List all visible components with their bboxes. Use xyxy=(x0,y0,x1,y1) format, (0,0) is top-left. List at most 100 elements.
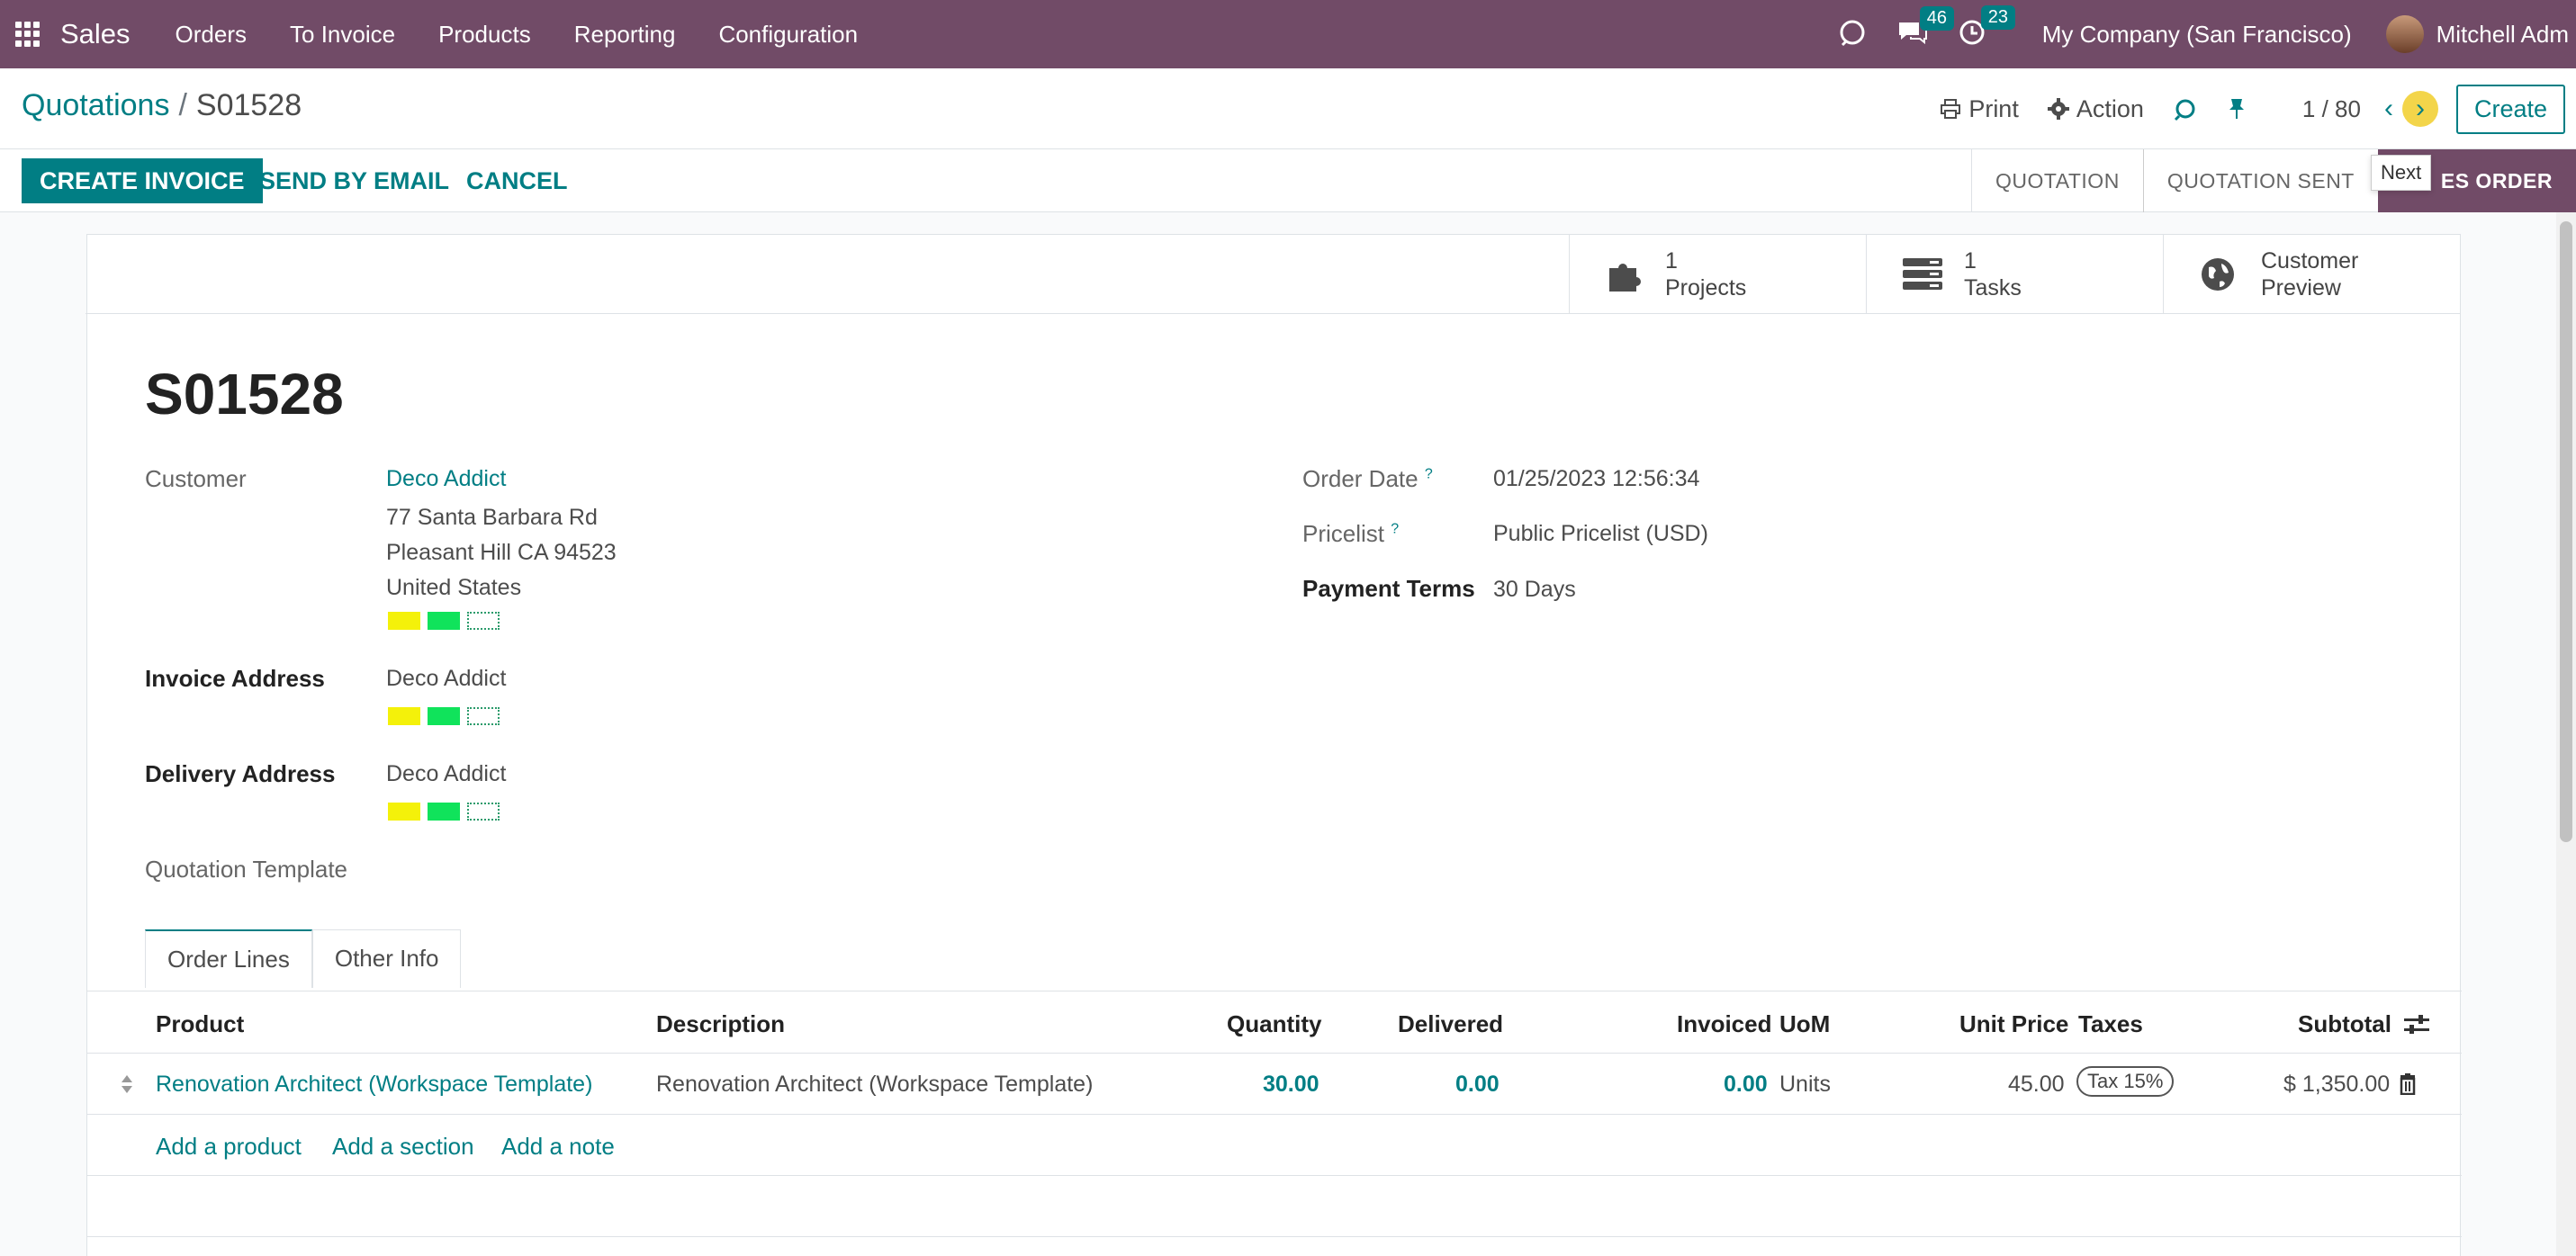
tasks-smart-button[interactable]: 1 Tasks xyxy=(1866,235,2163,314)
tag-empty xyxy=(467,803,500,821)
user-avatar[interactable] xyxy=(2385,15,2424,53)
next-button[interactable]: › xyxy=(2401,91,2438,127)
next-tooltip: Next xyxy=(2371,155,2432,191)
activities-icon[interactable]: 23 xyxy=(1958,4,2015,51)
row-unit-price[interactable]: 45.00 xyxy=(2008,1072,2065,1098)
menu-to-invoice[interactable]: To Invoice xyxy=(268,21,417,49)
previous-icon[interactable]: ‹ xyxy=(2384,94,2393,124)
page-scrollbar[interactable] xyxy=(2556,212,2576,1256)
apps-menu-icon[interactable] xyxy=(15,22,41,47)
stage-quotation-sent[interactable]: QUOTATION SENT xyxy=(2144,149,2378,212)
drag-handle-icon[interactable] xyxy=(120,1073,134,1095)
app-name[interactable]: Sales xyxy=(60,18,131,50)
row-uom[interactable]: Units xyxy=(1779,1072,1831,1098)
messages-icon[interactable]: 46 xyxy=(1896,5,1954,50)
customer-label: Customer xyxy=(145,465,247,492)
col-uom[interactable]: UoM xyxy=(1779,1010,1830,1038)
refresh-icon[interactable] xyxy=(2173,96,2198,121)
printer-icon xyxy=(1941,99,1961,119)
menu-configuration[interactable]: Configuration xyxy=(697,21,879,49)
tab-order-lines[interactable]: Order Lines xyxy=(145,929,312,988)
company-switcher[interactable]: My Company (San Francisco) xyxy=(2042,21,2352,49)
trash-icon[interactable] xyxy=(2399,1073,2417,1095)
customer-address-line3: United States xyxy=(386,575,522,600)
invoice-address-label: Invoice Address xyxy=(145,665,325,692)
tasks-count: 1 xyxy=(1964,248,1977,274)
pricelist-label: Pricelist ? xyxy=(1302,520,1399,548)
customer-field[interactable]: Deco Addict xyxy=(386,466,506,492)
projects-smart-button[interactable]: 1 Projects xyxy=(1569,235,1866,314)
tag-yellow xyxy=(388,612,420,630)
record-title: S01528 xyxy=(145,362,344,426)
col-unit-price[interactable]: Unit Price xyxy=(1959,1010,2068,1038)
breadcrumb-quotations[interactable]: Quotations xyxy=(22,88,169,122)
pricelist-field[interactable]: Public Pricelist (USD) xyxy=(1493,521,1708,547)
col-quantity[interactable]: Quantity xyxy=(1227,1010,1321,1038)
scrollbar-thumb[interactable] xyxy=(2560,221,2572,842)
order-date-label: Order Date ? xyxy=(1302,465,1433,493)
col-product[interactable]: Product xyxy=(156,1010,244,1038)
breadcrumb: Quotations / S01528 xyxy=(22,88,302,123)
menu-orders[interactable]: Orders xyxy=(154,21,268,49)
top-navbar: Sales Orders To Invoice Products Reporti… xyxy=(0,0,2576,68)
row-delivered[interactable]: 0.00 xyxy=(1455,1072,1500,1098)
add-product-link[interactable]: Add a product xyxy=(156,1133,302,1161)
customer-address-line2: Pleasant Hill CA 94523 xyxy=(386,540,617,565)
send-by-email-button[interactable]: SEND BY EMAIL xyxy=(259,158,449,203)
next-icon: › xyxy=(2415,94,2425,123)
row-description[interactable]: Renovation Architect (Workspace Template… xyxy=(656,1072,1093,1098)
customer-tags xyxy=(388,612,500,630)
order-date-help-icon[interactable]: ? xyxy=(1425,466,1433,481)
control-panel: Quotations / S01528 Print Action 1 / 80 ‹ … xyxy=(0,68,2576,149)
print-button[interactable]: Print xyxy=(1940,95,2019,123)
row-product[interactable]: Renovation Architect (Workspace Template… xyxy=(156,1072,592,1098)
create-invoice-button[interactable]: CREATE INVOICE xyxy=(22,158,263,203)
tag-yellow xyxy=(388,707,420,725)
add-note-link[interactable]: Add a note xyxy=(501,1133,615,1161)
col-delivered[interactable]: Delivered xyxy=(1398,1010,1503,1038)
menu-products[interactable]: Products xyxy=(417,21,553,49)
notebook-tabs: Order Lines Other Info xyxy=(145,929,462,988)
invoice-address-field[interactable]: Deco Addict xyxy=(386,666,506,692)
col-invoiced[interactable]: Invoiced xyxy=(1677,1010,1771,1038)
customer-preview-line1: Customer xyxy=(2261,248,2359,274)
create-button[interactable]: Create xyxy=(2455,84,2565,134)
tab-other-info[interactable]: Other Info xyxy=(311,929,462,988)
row-tax-badge[interactable]: Tax 15% xyxy=(2076,1066,2175,1097)
pager-value[interactable]: 1 / 80 xyxy=(2302,95,2361,123)
add-line-row: Add a product Add a section Add a note xyxy=(87,1115,2462,1176)
pricelist-help-icon[interactable]: ? xyxy=(1391,521,1399,536)
row-invoiced[interactable]: 0.00 xyxy=(1724,1072,1768,1098)
add-section-link[interactable]: Add a section xyxy=(332,1133,474,1161)
breadcrumb-current: S01528 xyxy=(195,88,302,122)
customer-preview-smart-button[interactable]: Customer Preview xyxy=(2163,235,2460,314)
order-date-label-text: Order Date xyxy=(1302,465,1419,492)
order-lines-header: Product Description Quantity Delivered I… xyxy=(87,992,2462,1054)
menu-reporting[interactable]: Reporting xyxy=(553,21,698,49)
breadcrumb-separator: / xyxy=(178,88,187,122)
stage-quotation[interactable]: QUOTATION xyxy=(1972,149,2143,212)
tag-yellow xyxy=(388,803,420,821)
payment-terms-field[interactable]: 30 Days xyxy=(1493,577,1576,603)
tag-empty xyxy=(467,612,500,630)
col-taxes[interactable]: Taxes xyxy=(2078,1010,2143,1038)
messages-badge: 46 xyxy=(1919,5,1954,31)
smart-button-box: 1 Projects 1 Tasks Customer Preview xyxy=(86,235,2460,314)
invoice-address-tags xyxy=(388,707,500,725)
col-subtotal[interactable]: Subtotal xyxy=(2298,1010,2391,1038)
cancel-button[interactable]: CANCEL xyxy=(466,158,568,203)
delivery-address-field[interactable]: Deco Addict xyxy=(386,761,506,787)
pin-icon[interactable] xyxy=(2227,97,2247,121)
table-row[interactable]: Renovation Architect (Workspace Template… xyxy=(87,1054,2462,1115)
odoo-bot-icon[interactable] xyxy=(1837,17,1868,52)
row-quantity[interactable]: 30.00 xyxy=(1263,1072,1320,1098)
globe-icon xyxy=(2202,258,2234,291)
puzzle-icon xyxy=(1609,264,1641,292)
empty-row xyxy=(87,1176,2462,1237)
optional-columns-icon[interactable] xyxy=(2404,1014,2429,1036)
order-date-field[interactable]: 01/25/2023 12:56:34 xyxy=(1493,466,1699,492)
col-description[interactable]: Description xyxy=(656,1010,785,1038)
tag-green xyxy=(428,803,460,821)
action-button[interactable]: Action xyxy=(2047,95,2144,123)
user-menu[interactable]: Mitchell Adm xyxy=(2436,21,2569,49)
